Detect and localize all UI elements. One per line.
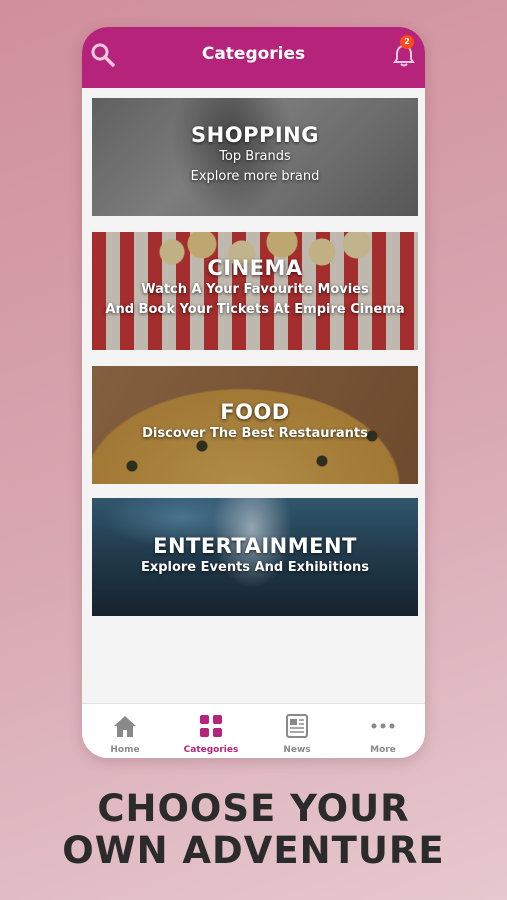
card-text: ENTERTAINMENT Explore Events And Exhibit… — [92, 534, 418, 578]
card-title: SHOPPING — [191, 123, 319, 147]
notification-badge: 2 — [400, 35, 414, 49]
card-subtitle: Top Brands — [219, 149, 291, 164]
category-card-food[interactable]: FOOD Discover The Best Restaurants — [92, 366, 418, 484]
tab-label: Categories — [183, 745, 239, 755]
tab-label: Home — [110, 745, 140, 755]
card-text: FOOD Discover The Best Restaurants — [92, 400, 418, 444]
card-text: CINEMA Watch A Your Favourite Movies And… — [92, 256, 418, 320]
tab-label: News — [283, 745, 311, 755]
phone-frame: Categories 2 SHOPPING Top Brands Explore… — [82, 27, 425, 758]
tab-news[interactable]: News — [254, 704, 340, 758]
card-subtitle: Watch A Your Favourite Movies — [141, 282, 369, 297]
tagline-line-2: OWN ADVENTURE — [62, 829, 445, 872]
page-title: Categories — [201, 44, 306, 64]
card-text: SHOPPING Top Brands Explore more brand — [92, 123, 418, 187]
category-list: SHOPPING Top Brands Explore more brand C… — [82, 88, 425, 708]
category-card-entertainment[interactable]: ENTERTAINMENT Explore Events And Exhibit… — [92, 498, 418, 616]
tagline-line-1: CHOOSE YOUR — [97, 787, 410, 830]
tab-categories[interactable]: Categories — [168, 704, 254, 758]
newspaper-icon — [286, 714, 308, 738]
card-subtitle: Discover The Best Restaurants — [142, 426, 368, 441]
card-title: CINEMA — [207, 256, 303, 280]
category-card-cinema[interactable]: CINEMA Watch A Your Favourite Movies And… — [92, 232, 418, 350]
tab-home[interactable]: Home — [82, 704, 168, 758]
tab-more[interactable]: More — [340, 704, 425, 758]
category-card-shopping[interactable]: SHOPPING Top Brands Explore more brand — [92, 98, 418, 216]
more-dots-icon — [371, 723, 395, 729]
card-title: FOOD — [220, 400, 290, 424]
card-subtitle: Explore more brand — [190, 169, 320, 184]
card-subtitle: And Book Your Tickets At Empire Cinema — [105, 302, 405, 317]
card-title: ENTERTAINMENT — [153, 534, 357, 558]
grid-icon — [200, 715, 222, 737]
bottom-tab-bar: Home Categories News More — [82, 703, 425, 758]
card-subtitle: Explore Events And Exhibitions — [140, 560, 370, 575]
home-icon — [114, 716, 136, 737]
tab-label: More — [370, 745, 396, 755]
app-header: Categories 2 — [82, 27, 425, 88]
